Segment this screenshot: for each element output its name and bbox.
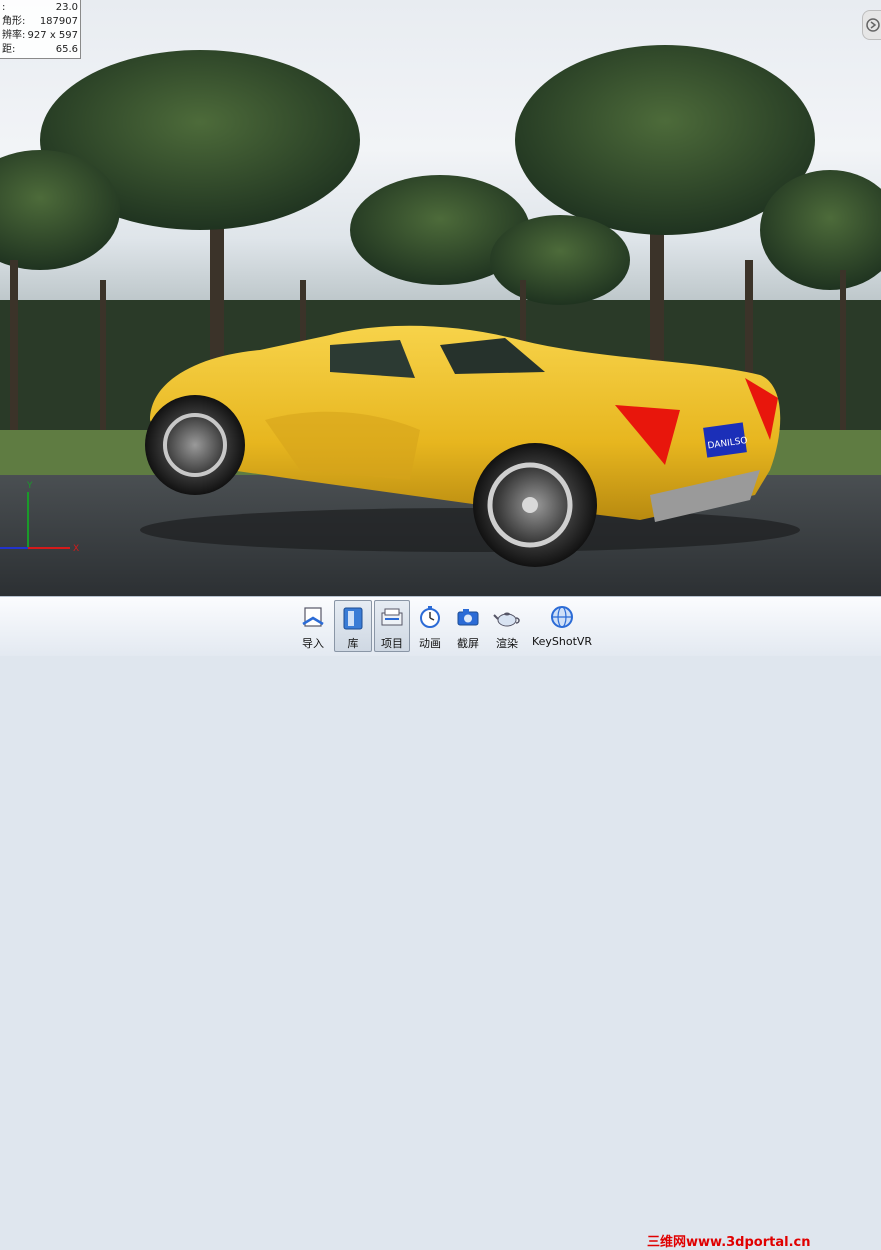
panel-icon xyxy=(865,18,880,32)
camera-icon xyxy=(453,602,483,632)
render-label: 渲染 xyxy=(496,637,518,650)
project-button[interactable]: 项目 xyxy=(374,600,410,652)
library-button[interactable]: 库 xyxy=(334,600,372,652)
animation-icon xyxy=(415,602,445,632)
screenshot-button[interactable]: 截屏 xyxy=(452,600,484,652)
side-panel-toggle-button[interactable] xyxy=(862,10,881,40)
scene-image: DANILSO Y X xyxy=(0,45,881,596)
screenshot-label: 截屏 xyxy=(457,637,479,650)
stats-overlay: :23.0 角形: 187907 辨率: 927 x 597 距: 65.6 xyxy=(0,0,81,59)
import-label: 导入 xyxy=(302,637,324,650)
stat-row: 辨率: 927 x 597 xyxy=(2,30,78,41)
stat-row: 距: 65.6 xyxy=(2,44,78,55)
project-icon xyxy=(377,603,407,632)
animation-label: 动画 xyxy=(419,637,441,650)
render-button[interactable]: 渲染 xyxy=(490,600,524,652)
keyshotvr-button[interactable]: KeyShotVR xyxy=(531,600,593,652)
keyshotvr-label: KeyShotVR xyxy=(531,635,593,648)
globe-icon xyxy=(547,602,577,632)
watermark-text: 三维网www.3dportal.cn xyxy=(647,1235,811,1250)
animation-button[interactable]: 动画 xyxy=(414,600,446,652)
project-label: 项目 xyxy=(381,637,403,650)
import-icon xyxy=(298,602,328,632)
library-icon xyxy=(338,603,368,632)
library-label: 库 xyxy=(347,637,359,650)
stat-row: 角形: 187907 xyxy=(2,16,78,27)
render-teapot-icon xyxy=(492,602,522,632)
axis-y-label: Y xyxy=(26,481,33,491)
import-button[interactable]: 导入 xyxy=(296,600,330,652)
stat-row: :23.0 xyxy=(2,2,78,13)
render-viewport[interactable]: DANILSO Y X :23.0 角形: 187907 辨率: 927 x 597… xyxy=(0,0,881,596)
bottom-toolbar: 导入 库 项目 动画 截屏 渲染 KeyShotVR 三维网www.3dport… xyxy=(0,596,881,1250)
axis-x-label: X xyxy=(73,544,79,554)
